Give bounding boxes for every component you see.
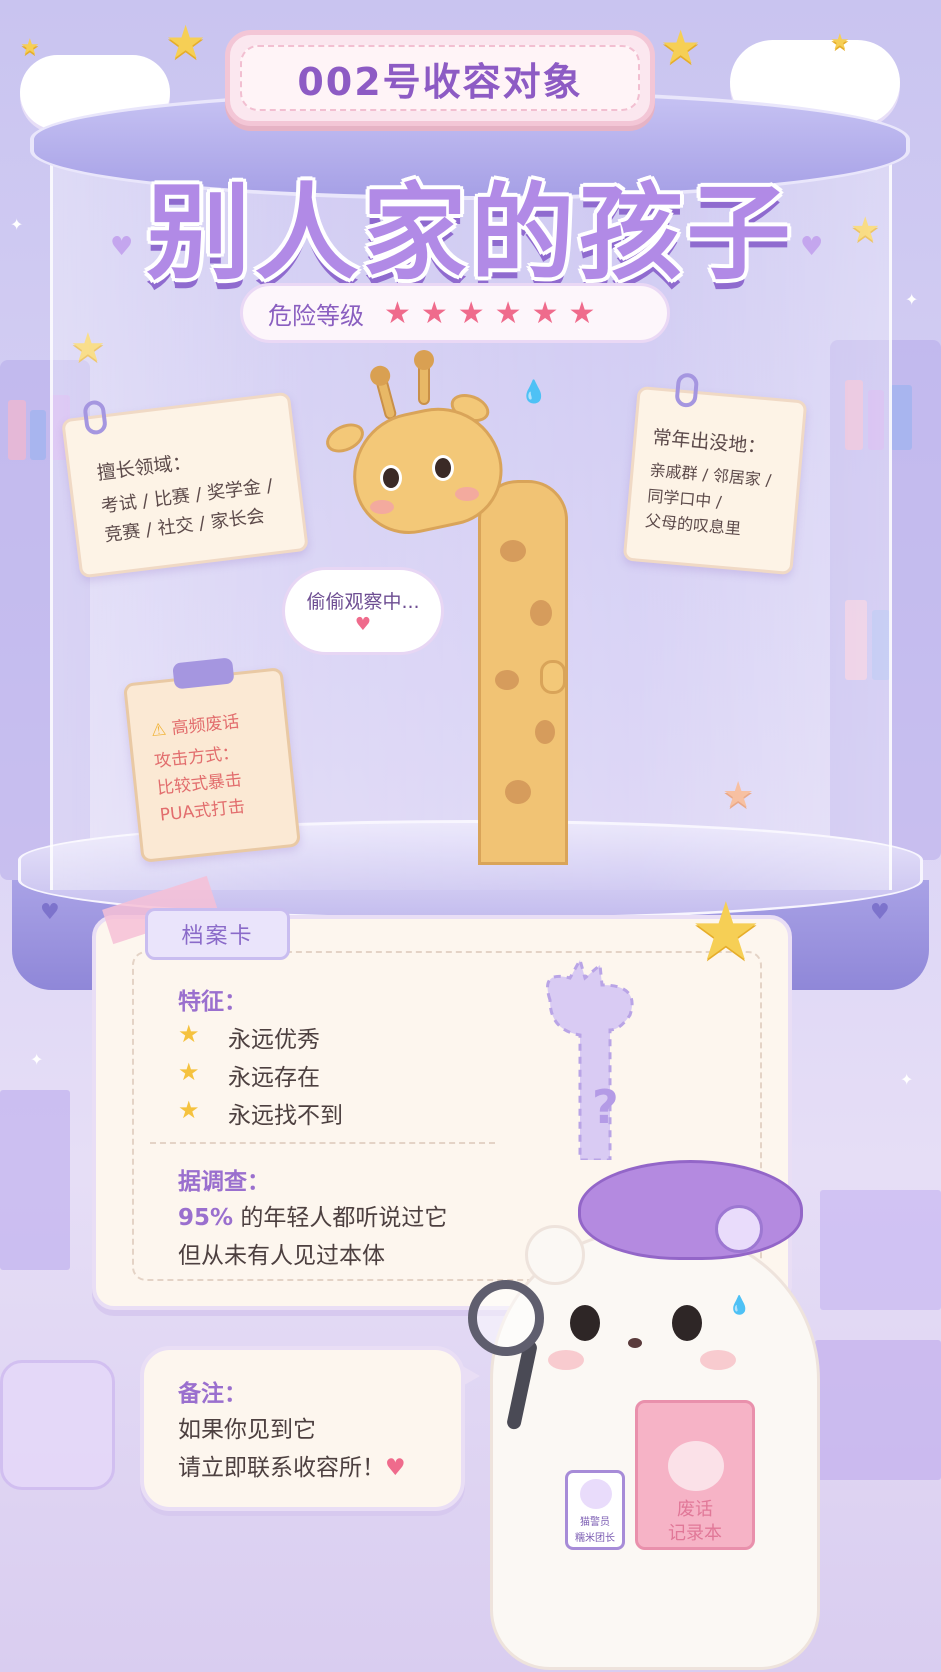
heart-icon: ♥ bbox=[385, 1455, 406, 1481]
danger-label: 危险等级 bbox=[268, 301, 364, 330]
bear-pin-icon bbox=[715, 1205, 763, 1253]
giraffe-hoof bbox=[540, 660, 566, 694]
giraffe-horn bbox=[414, 350, 434, 405]
plaque-title: 002号收容对象 bbox=[297, 59, 583, 104]
star-icon: ★ bbox=[165, 15, 207, 69]
giraffe-cheek bbox=[455, 487, 479, 501]
badge-label: 糯米团长 bbox=[575, 1533, 615, 1544]
note-attack: ⚠ 高频废话 攻击方式： 比较式暴击 PUA式打击 bbox=[123, 657, 301, 863]
survey-line-text: 的年轻人都听说过它 bbox=[233, 1205, 448, 1231]
giraffe-cheek bbox=[370, 500, 394, 514]
cat-cheek bbox=[700, 1350, 736, 1370]
star-bullet-icon: ★ bbox=[178, 1058, 200, 1086]
giraffe-spot bbox=[500, 540, 526, 562]
book-stack bbox=[0, 1090, 70, 1270]
book bbox=[30, 410, 46, 460]
bear-face-icon bbox=[668, 1441, 724, 1491]
feature-item: 永远优秀 bbox=[228, 1027, 320, 1053]
giraffe-spot bbox=[505, 780, 531, 804]
note-attack-head: 高频废话 bbox=[170, 711, 241, 739]
heart-icon: ♥ bbox=[870, 900, 890, 925]
heart-icon: ♥ bbox=[110, 232, 134, 262]
notebook: 废话 记录本 bbox=[635, 1400, 755, 1550]
giraffe-eye bbox=[432, 455, 454, 481]
book bbox=[8, 400, 26, 460]
sparkle-icon: ✦ bbox=[900, 1070, 914, 1089]
survey-line: 95% 的年轻人都听说过它 bbox=[178, 1198, 447, 1232]
file-card-tab-label: 档案卡 bbox=[181, 924, 254, 949]
speech-bubble: 偷偷观察中... ♥ bbox=[282, 567, 444, 655]
magnifying-glass-icon bbox=[468, 1280, 544, 1356]
feature-item: 永远存在 bbox=[228, 1065, 320, 1091]
sweat-drop-icon: 💧 bbox=[728, 1295, 751, 1316]
giraffe-eye bbox=[380, 465, 402, 491]
sweat-drop-icon: 💧 bbox=[520, 380, 548, 405]
title-plaque: 002号收容对象 bbox=[225, 30, 655, 126]
danger-stars: ★★★★★★ bbox=[384, 295, 606, 331]
cat-ear bbox=[525, 1225, 585, 1285]
survey-title: 据调查： bbox=[178, 1169, 270, 1195]
beret bbox=[578, 1160, 803, 1260]
candy-jar bbox=[0, 1360, 115, 1490]
star-icon: ★ bbox=[830, 30, 850, 55]
memo-line: 如果你见到它 bbox=[178, 1417, 316, 1443]
cat-cheek bbox=[548, 1350, 584, 1370]
main-title: 别人家的孩子 bbox=[146, 172, 795, 294]
memo-line: 请立即联系收容所！♥ bbox=[178, 1448, 406, 1482]
heart-icon: ♥ bbox=[40, 900, 60, 925]
features-title: 特征： bbox=[178, 989, 247, 1015]
note-location-head: 常年出没地： bbox=[651, 426, 768, 459]
star-icon: ★ bbox=[660, 20, 702, 74]
sparkle-icon: ✦ bbox=[10, 215, 24, 234]
giraffe-silhouette-icon bbox=[546, 960, 634, 1160]
star-icon: ★ bbox=[20, 35, 40, 60]
heart-icon: ♥ bbox=[800, 232, 824, 262]
note-location: 常年出没地： 亲戚群 / 邻居家 / 同学口中 / 父母的叹息里 bbox=[622, 372, 808, 576]
speech-bubble-text: 偷偷观察中... bbox=[306, 591, 420, 613]
cat-eye bbox=[570, 1305, 600, 1341]
danger-level: 危险等级 ★★★★★★ bbox=[240, 283, 670, 343]
star-bullet-icon: ★ bbox=[178, 1020, 200, 1048]
book-stack bbox=[820, 1190, 941, 1310]
book bbox=[890, 385, 912, 450]
file-card-tab: 档案卡 bbox=[145, 908, 290, 960]
giraffe-spot bbox=[495, 670, 519, 690]
memo-title: 备注： bbox=[178, 1381, 247, 1407]
cat-eye bbox=[672, 1305, 702, 1341]
feature-item: 永远找不到 bbox=[228, 1103, 343, 1129]
clipboard-clip bbox=[172, 657, 235, 690]
survey-line: 但从未有人见过本体 bbox=[178, 1243, 385, 1269]
memo-line-text: 请立即联系收容所！ bbox=[178, 1455, 385, 1481]
notebook-label: 记录本 bbox=[668, 1523, 722, 1544]
giraffe-spot bbox=[535, 720, 555, 744]
notebook-label: 废话 bbox=[677, 1499, 713, 1520]
question-mark: ? bbox=[592, 1080, 619, 1134]
star-mascot-icon: ★ bbox=[690, 885, 762, 978]
bear-face-icon bbox=[580, 1479, 612, 1509]
giraffe-spot bbox=[530, 600, 552, 626]
note-skills: 擅长领域： 考试 / 比赛 / 奖学金 / 竞赛 / 社交 / 家长会 bbox=[61, 391, 309, 579]
book-stack bbox=[815, 1340, 941, 1480]
heart-icon: ♥ bbox=[354, 614, 372, 635]
id-badge: 猫警员 糯米团长 bbox=[565, 1470, 625, 1550]
sparkle-icon: ✦ bbox=[905, 290, 919, 309]
cat-nose bbox=[628, 1338, 642, 1348]
warning-icon: ⚠ bbox=[150, 719, 168, 742]
card-divider bbox=[150, 1142, 495, 1144]
paperclip-icon bbox=[674, 372, 700, 409]
badge-label: 猫警员 bbox=[580, 1517, 610, 1528]
star-bullet-icon: ★ bbox=[178, 1096, 200, 1124]
sparkle-icon: ✦ bbox=[30, 1050, 44, 1069]
survey-percent: 95% bbox=[178, 1205, 234, 1231]
